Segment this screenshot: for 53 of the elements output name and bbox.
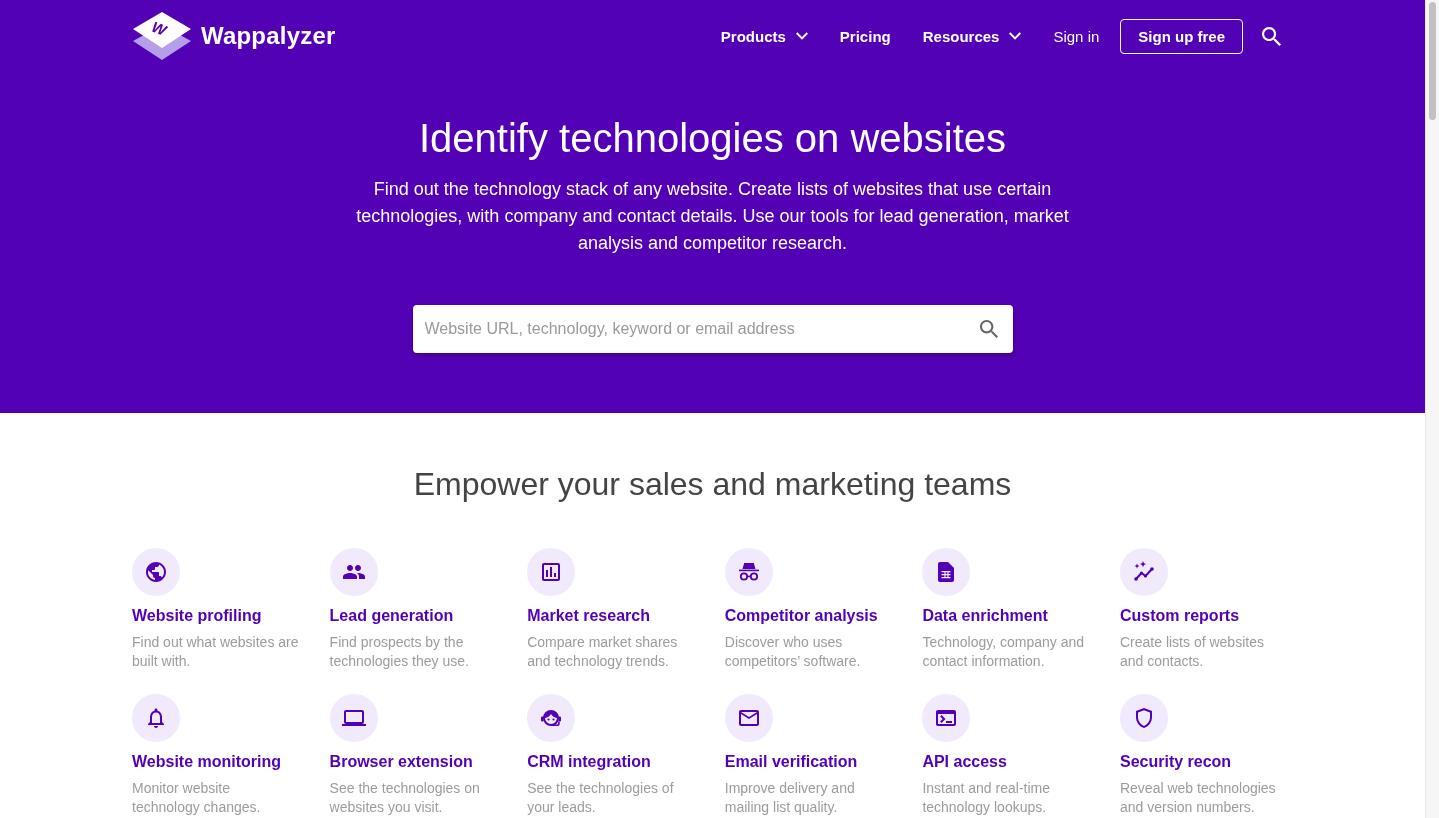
feature-description: Find prospects by the technologies they use. (329, 632, 470, 671)
feature-description: Discover who uses competitors’ software. (724, 632, 862, 671)
nav-link[interactable]: Pricing (839, 27, 891, 45)
terminal-icon (922, 694, 971, 742)
chevron-down-icon (795, 30, 808, 42)
feature-link[interactable]: CRM integration (527, 751, 651, 773)
feature-description: Technology, company and contact information. (922, 632, 1085, 671)
feature-link[interactable]: Website monitoring (132, 751, 282, 773)
spreadsheet-icon (922, 548, 971, 596)
mail-icon (724, 694, 773, 742)
feature-description: See the technologies of your leads. (527, 778, 675, 817)
feature-description: See the technologies on websites you visit. (329, 778, 481, 817)
section-heading: Empower your sales and marketing teams (412, 465, 1013, 504)
feature-link[interactable]: Security recon (1119, 751, 1232, 773)
people-icon (329, 548, 378, 596)
sign-in-link[interactable]: Sign in (1053, 27, 1100, 45)
nav-menu-button[interactable]: Resources (922, 27, 1022, 45)
hero-title: Identify technologies on websites (418, 116, 1007, 160)
feature-link[interactable]: Email verification (724, 751, 858, 773)
search-button[interactable] (1262, 26, 1281, 46)
chevron-down-icon (1009, 30, 1022, 42)
search-icon (1262, 26, 1281, 46)
feature-link[interactable]: Market research (527, 605, 650, 627)
laptop-icon (329, 694, 378, 742)
feature-description: Instant and real-time technology lookups. (922, 778, 1051, 817)
feature-description: Create lists of websites and contacts. (1119, 632, 1265, 671)
scrollbar-track[interactable] (1425, 0, 1439, 818)
bell-icon (132, 694, 180, 742)
hat-and-glasses-icon (724, 548, 773, 596)
feature-link[interactable]: Custom reports (1119, 605, 1240, 627)
search-field[interactable]: Website URL, technology, keyword or email address (412, 305, 1013, 353)
feature-link[interactable]: Website profiling (132, 605, 262, 627)
sign-up-button[interactable]: Sign up free (1120, 18, 1243, 54)
sparkle-chart-icon (1119, 548, 1168, 596)
brand-name[interactable]: Wappalyzer (201, 22, 336, 50)
feature-link[interactable]: API access (922, 751, 1007, 773)
headset-icon (527, 694, 576, 742)
scrollbar-thumb[interactable] (1429, 2, 1436, 120)
feature-description: Monitor website technology changes. (132, 778, 262, 817)
feature-description: Find out what websites are built with. (132, 632, 300, 671)
globe-icon (132, 548, 180, 596)
feature-description: Reveal web technologies and version numbers. (1119, 778, 1277, 817)
feature-link[interactable]: Data enrichment (922, 605, 1048, 627)
feature-description: Compare market shares and technology trends. (527, 632, 679, 671)
shield-icon (1119, 694, 1168, 742)
feature-description: Improve delivery and mailing list quality. (724, 778, 856, 817)
bar-chart-icon (527, 548, 576, 596)
feature-link[interactable]: Competitor analysis (724, 605, 878, 627)
feature-link[interactable]: Lead generation (329, 605, 454, 627)
nav-menu-button[interactable]: Products (720, 27, 808, 45)
search-icon[interactable] (979, 320, 998, 338)
hero-description: Find out the technology stack of any website. Create lists of websites that use certain technologies, with company and contact details. Use our tools for lead generation, market analysis and competitor research. (355, 178, 1070, 255)
feature-link[interactable]: Browser extension (329, 751, 473, 773)
